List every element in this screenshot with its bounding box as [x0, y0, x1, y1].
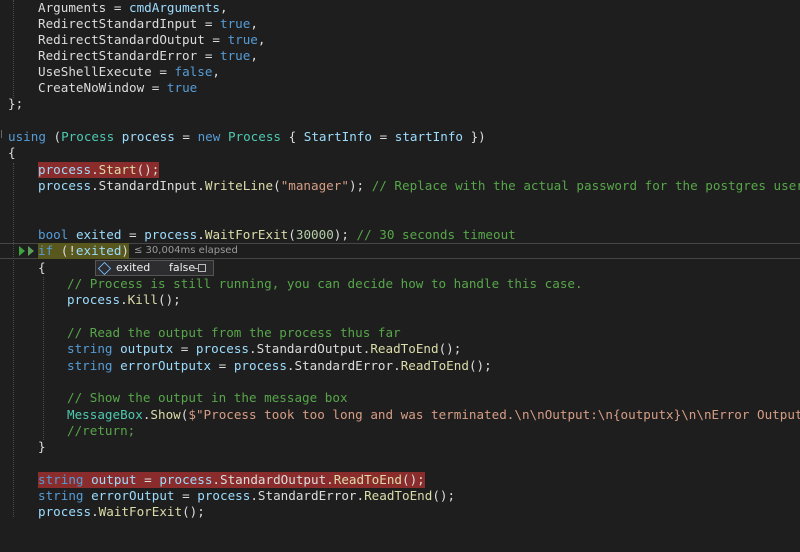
code-text: string outputx = process.StandardOutput.…	[67, 341, 462, 356]
perf-tip-elapsed[interactable]: ≤ 30,004ms elapsed	[134, 243, 238, 259]
current-statement-highlight: if (!exited)	[38, 243, 130, 259]
datatip-name: exited	[116, 261, 151, 274]
code-line[interactable]: string errorOutputx = process.StandardEr…	[0, 358, 800, 374]
code-text: using (Process process = new Process { S…	[8, 129, 486, 144]
datatip[interactable]: exited false	[95, 260, 214, 276]
code-text: };	[8, 96, 24, 111]
code-line[interactable]: UseShellExecute = false,	[0, 64, 800, 80]
code-text: string errorOutputx = process.StandardEr…	[67, 358, 492, 373]
code-text: RedirectStandardOutput = true,	[38, 32, 266, 47]
code-line[interactable]: string output = process.StandardOutput.R…	[0, 472, 800, 488]
code-text: RedirectStandardError = true,	[38, 48, 258, 63]
code-text: UseShellExecute = false,	[38, 64, 220, 79]
code-line[interactable]: CreateNoWindow = true	[0, 80, 800, 96]
code-text: {	[8, 145, 16, 160]
code-line[interactable]: // Show the output in the message box	[0, 390, 800, 406]
code-line[interactable]: RedirectStandardOutput = true,	[0, 32, 800, 48]
code-line[interactable]: RedirectStandardInput = true,	[0, 16, 800, 32]
code-line[interactable]: //return;	[0, 423, 800, 439]
code-line[interactable]: bool exited = process.WaitForExit(30000)…	[0, 227, 800, 243]
code-line[interactable]: if (!exited) ≤ 30,004ms elapsed	[0, 243, 800, 259]
code-text: // Show the output in the message box	[67, 390, 348, 405]
code-line[interactable]: MessageBox.Show($"Process took too long …	[0, 407, 800, 423]
code-line[interactable]: Arguments = cmdArguments,	[0, 0, 800, 16]
variable-icon	[97, 261, 112, 276]
code-text: }	[38, 439, 46, 454]
code-text: {	[38, 260, 46, 275]
breakpoint-highlight: process.Start();	[38, 162, 160, 178]
code-line[interactable]: // Read the output from the process thus…	[0, 325, 800, 341]
code-text: CreateNoWindow = true	[38, 80, 198, 95]
code-line[interactable]: }	[0, 439, 800, 455]
code-text: process.StandardInput.WriteLine("manager…	[38, 178, 800, 193]
code-line[interactable]: {	[0, 145, 800, 161]
code-text: //return;	[67, 423, 136, 438]
code-text: process.Kill();	[67, 292, 181, 307]
code-line[interactable]: using (Process process = new Process { S…	[0, 129, 800, 145]
code-editor[interactable]: Arguments = cmdArguments, RedirectStanda…	[0, 0, 800, 520]
code-text: Arguments = cmdArguments,	[38, 0, 228, 15]
datatip-value[interactable]: false	[169, 261, 195, 275]
pin-icon[interactable]	[194, 264, 206, 272]
code-line[interactable]: // Process is still running, you can dec…	[0, 276, 800, 292]
code-text: bool exited = process.WaitForExit(30000)…	[38, 227, 516, 242]
code-line[interactable]: string outputx = process.StandardOutput.…	[0, 341, 800, 357]
code-line[interactable]: };	[0, 96, 800, 112]
code-text: RedirectStandardInput = true,	[38, 16, 258, 31]
code-text: process.WaitForExit();	[38, 504, 205, 519]
code-line[interactable]: RedirectStandardError = true,	[0, 48, 800, 64]
code-text: string errorOutput = process.StandardErr…	[38, 488, 456, 503]
code-line[interactable]: process.Kill();	[0, 292, 800, 308]
code-text: // Process is still running, you can dec…	[67, 276, 583, 291]
code-line[interactable]: process.WaitForExit();	[0, 504, 800, 520]
code-line[interactable]: process.StandardInput.WriteLine("manager…	[0, 178, 800, 194]
breakpoint-highlight: string output = process.StandardOutput.R…	[38, 472, 425, 488]
code-line[interactable]: process.Start();	[0, 162, 800, 178]
code-text: // Read the output from the process thus…	[67, 325, 401, 340]
code-line[interactable]: string errorOutput = process.StandardErr…	[0, 488, 800, 504]
code-text: MessageBox.Show($"Process took too long …	[67, 407, 800, 422]
